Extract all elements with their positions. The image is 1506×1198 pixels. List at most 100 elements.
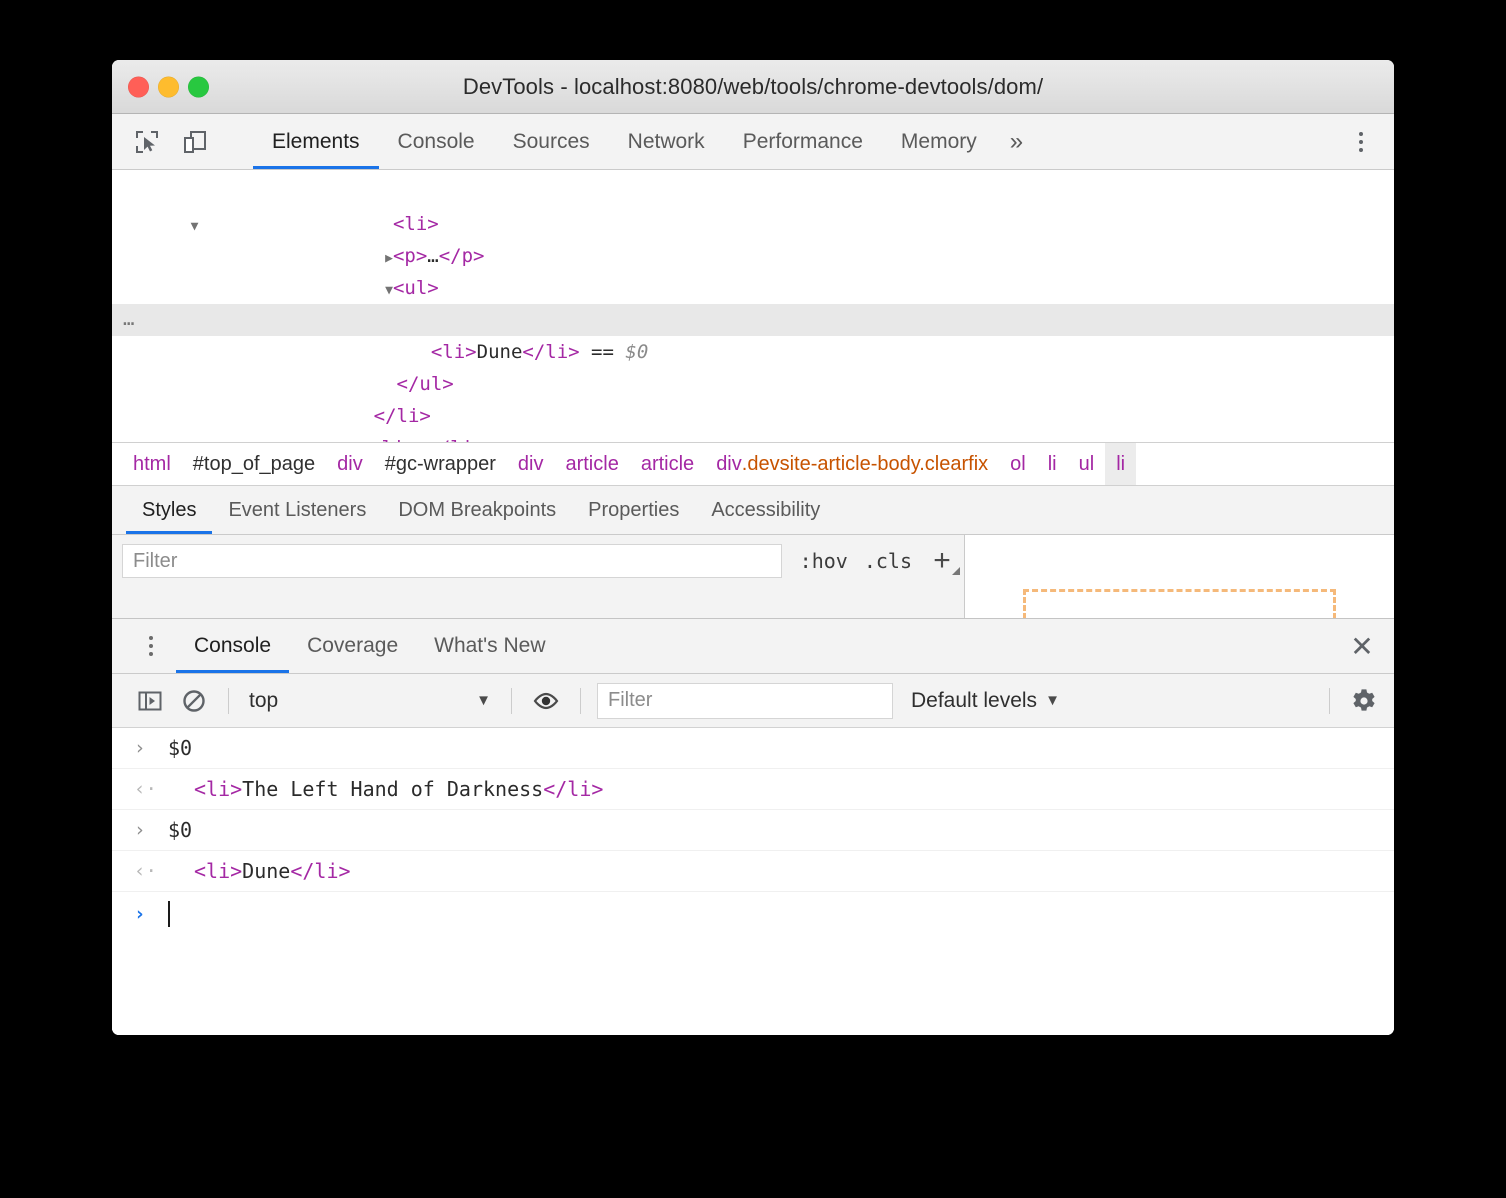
tab-sources-label: Sources	[512, 129, 590, 153]
tab-properties[interactable]: Properties	[572, 486, 695, 534]
console-result-arrow-icon-2: ‹·	[134, 860, 157, 882]
breadcrumb-item-article-2[interactable]: article	[630, 443, 705, 485]
console-result-text-2: <li>Dune</li>	[168, 859, 351, 883]
chevron-down-icon-levels: ▼	[1045, 692, 1060, 709]
dom-row-more-icon[interactable]: …	[123, 304, 135, 336]
tab-memory[interactable]: Memory	[882, 114, 996, 169]
breadcrumb-item-li-1[interactable]: li	[1037, 443, 1068, 485]
console-toolbar-right	[1317, 679, 1386, 723]
console-input-arrow-icon-2: ›	[134, 819, 146, 841]
clear-console-icon[interactable]	[172, 679, 216, 723]
drawer: Console Coverage What's New ✕ top ▼ Filt…	[112, 618, 1394, 1035]
close-drawer-icon[interactable]: ✕	[1330, 619, 1394, 673]
console-log-levels-label: Default levels	[911, 688, 1038, 712]
dom-row-selected[interactable]: … <li>Dune</li> == $0	[112, 304, 1394, 363]
drawer-kebab-menu-icon[interactable]	[126, 619, 176, 673]
tab-dom-breakpoints[interactable]: DOM Breakpoints	[382, 486, 572, 534]
console-input-message-2: › $0	[112, 810, 1394, 851]
tab-accessibility[interactable]: Accessibility	[695, 486, 836, 534]
console-context-selector[interactable]: top ▼	[241, 689, 499, 713]
dom-row[interactable]: ▼ <li>	[112, 176, 1394, 235]
dom-row[interactable]: ▶<p>…</p>	[112, 208, 1394, 267]
tab-network-label: Network	[627, 129, 705, 153]
console-prompt-arrow-icon: ›	[134, 903, 146, 925]
more-tabs-chevron-icon[interactable]: »	[996, 114, 1037, 169]
drawer-tab-whats-new[interactable]: What's New	[416, 619, 563, 673]
toolbar-right-group	[1323, 114, 1394, 169]
tab-elements[interactable]: Elements	[253, 114, 379, 169]
styles-filter-row: Filter :hov .cls +	[112, 535, 964, 582]
breadcrumb-item-li-selected[interactable]: li	[1105, 443, 1137, 485]
breadcrumb-item-gc-wrapper[interactable]: #gc-wrapper	[374, 443, 507, 485]
dom-tree[interactable]: ▼ <li> ▶<p>…</p> ▼<ul> <li>The Left Hand…	[112, 170, 1394, 442]
dom-row[interactable]: </ol>	[112, 432, 1394, 442]
inspect-element-icon[interactable]	[130, 125, 164, 159]
styles-rules-pane: Filter :hov .cls +	[112, 535, 965, 627]
cls-button[interactable]: .cls	[856, 549, 920, 573]
console-input-text: $0	[168, 736, 193, 760]
console-toolbar: top ▼ Filter Default levels ▼	[112, 674, 1394, 728]
tab-memory-label: Memory	[900, 129, 977, 153]
breadcrumb-item-ol[interactable]: ol	[999, 443, 1037, 485]
result-open-tag-2: <li>	[194, 859, 243, 883]
dom-row[interactable]: ▼<ul>	[112, 240, 1394, 299]
panel-tabs: Elements Console Sources Network Perform…	[253, 114, 1037, 169]
result-open-tag: <li>	[194, 777, 243, 801]
devtools-main-toolbar: Elements Console Sources Network Perform…	[112, 114, 1394, 170]
drawer-tab-coverage[interactable]: Coverage	[289, 619, 416, 673]
kebab-menu-icon[interactable]	[1338, 131, 1384, 152]
console-result-message: ‹· <li>The Left Hand of Darkness</li>	[112, 769, 1394, 810]
device-toolbar-icon[interactable]	[178, 125, 212, 159]
breadcrumb-item-div-2[interactable]: div	[507, 443, 555, 485]
breadcrumb-item-html[interactable]: html	[122, 443, 182, 485]
result-text-node-2: Dune	[242, 859, 291, 883]
result-close-tag: </li>	[543, 777, 604, 801]
console-toolbar-divider-2	[511, 687, 512, 714]
tab-event-listeners[interactable]: Event Listeners	[212, 486, 382, 534]
tab-styles[interactable]: Styles	[126, 486, 213, 534]
sidebar-tabs: Styles Event Listeners DOM Breakpoints P…	[112, 486, 1394, 535]
breadcrumb-item-top-of-page[interactable]: #top_of_page	[182, 443, 326, 485]
styles-filter-input[interactable]: Filter	[122, 544, 782, 578]
tab-network[interactable]: Network	[609, 114, 724, 169]
result-close-tag-2: </li>	[290, 859, 351, 883]
text-cursor	[168, 901, 170, 928]
hov-state-button[interactable]: :hov	[792, 549, 856, 573]
console-prompt-row[interactable]: ›	[112, 892, 1394, 936]
breadcrumb-tag: div	[716, 452, 742, 475]
console-result-message-2: ‹· <li>Dune</li>	[112, 851, 1394, 892]
dom-row[interactable]: ▶<li>…</li>	[112, 400, 1394, 442]
live-expression-icon[interactable]	[524, 679, 568, 723]
breadcrumb-item-div-1[interactable]: div	[326, 443, 374, 485]
tab-performance-label: Performance	[742, 129, 863, 153]
console-log-levels-selector[interactable]: Default levels ▼	[911, 689, 1060, 713]
tab-sources[interactable]: Sources	[494, 114, 609, 169]
gear-icon[interactable]	[1342, 679, 1386, 723]
styles-pane: Filter :hov .cls +	[112, 535, 1394, 627]
console-result-arrow-icon: ‹·	[134, 778, 157, 800]
new-style-rule-button[interactable]: +	[920, 544, 964, 578]
tab-elements-label: Elements	[272, 129, 360, 153]
result-text-node: The Left Hand of Darkness	[242, 777, 544, 801]
breadcrumb-item-ul[interactable]: ul	[1068, 443, 1106, 485]
maximize-window-button[interactable]	[188, 76, 209, 97]
window-title: DevTools - localhost:8080/web/tools/chro…	[462, 73, 1044, 99]
console-sidebar-icon[interactable]	[128, 679, 172, 723]
tab-console-label: Console	[397, 129, 475, 153]
breadcrumb-item-article-1[interactable]: article	[554, 443, 629, 485]
console-messages[interactable]: › $0 ‹· <li>The Left Hand of Darkness</l…	[112, 728, 1394, 1035]
computed-box-model-pane	[965, 535, 1394, 627]
drawer-tab-console[interactable]: Console	[176, 619, 290, 673]
console-filter-input[interactable]: Filter	[597, 682, 893, 719]
dom-row[interactable]: </ul>	[112, 336, 1394, 395]
minimize-window-button[interactable]	[158, 76, 179, 97]
tab-console[interactable]: Console	[379, 114, 494, 169]
tab-performance[interactable]: Performance	[724, 114, 882, 169]
breadcrumb-item-div-article-body[interactable]: div .devsite-article-body.clearfix	[705, 443, 999, 485]
console-prompt-input[interactable]	[168, 901, 170, 928]
traffic-lights	[128, 76, 209, 97]
console-toolbar-divider-1	[228, 687, 229, 714]
dom-row[interactable]: </li>	[112, 368, 1394, 427]
close-window-button[interactable]	[128, 76, 149, 97]
dom-row[interactable]: <li>The Left Hand of Darkness</li>	[112, 272, 1394, 331]
